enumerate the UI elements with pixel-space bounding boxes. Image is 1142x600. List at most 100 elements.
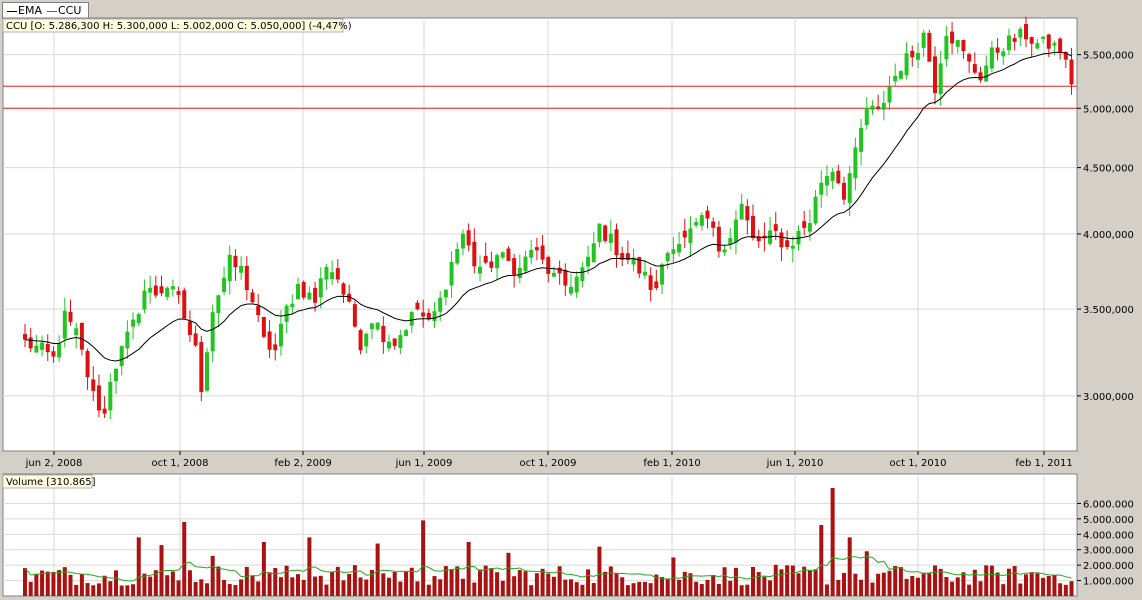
volume-bar bbox=[534, 573, 539, 596]
volume-bar bbox=[392, 571, 397, 596]
candle-body bbox=[187, 321, 192, 335]
price-tick-label: 5.000,000 bbox=[1083, 104, 1134, 115]
candle-body bbox=[580, 267, 585, 282]
candle-body bbox=[108, 381, 113, 411]
volume-bar bbox=[102, 575, 107, 596]
volume-bar bbox=[751, 566, 756, 596]
candle-body bbox=[654, 281, 659, 289]
volume-bar bbox=[660, 577, 665, 596]
candle-body bbox=[517, 267, 522, 278]
candle-body bbox=[307, 292, 312, 300]
volume-bar bbox=[688, 573, 693, 596]
volume-bar bbox=[631, 583, 636, 596]
volume-bar bbox=[256, 581, 261, 596]
candle-body bbox=[1024, 24, 1029, 40]
volume-bar bbox=[290, 577, 295, 596]
volume-bar bbox=[96, 583, 101, 596]
volume-bar bbox=[28, 581, 33, 596]
volume-bar bbox=[870, 582, 875, 596]
volume-bar bbox=[227, 584, 232, 596]
volume-bar bbox=[859, 579, 864, 596]
candle-body bbox=[893, 75, 898, 82]
candle-body bbox=[489, 261, 494, 268]
stock-chart[interactable]: 3.000,000 3.500,000 4.000,000 4.500,000 5.00… bbox=[0, 0, 1142, 600]
candle-body bbox=[688, 228, 693, 243]
candle-body bbox=[96, 385, 101, 411]
candle-body bbox=[478, 266, 483, 274]
candle-body bbox=[1052, 43, 1057, 46]
volume-bar bbox=[1012, 566, 1017, 596]
volume-bar bbox=[40, 570, 45, 596]
price-panel-background bbox=[2, 17, 1078, 452]
candle-body bbox=[648, 275, 653, 290]
volume-bar bbox=[421, 520, 426, 596]
candle-body bbox=[790, 245, 795, 249]
volume-bar bbox=[893, 566, 898, 596]
candle-body bbox=[870, 105, 875, 110]
candle-body bbox=[51, 351, 56, 357]
volume-bar bbox=[933, 565, 938, 596]
candle-body bbox=[136, 314, 141, 323]
volume-bar bbox=[961, 572, 966, 596]
volume-bar bbox=[91, 585, 96, 596]
candle-body bbox=[449, 261, 454, 286]
candle-body bbox=[597, 223, 602, 243]
volume-bar bbox=[648, 583, 653, 596]
volume-tick-label: 6.000.000 bbox=[1083, 499, 1134, 510]
candle-body bbox=[352, 304, 357, 327]
candle-body bbox=[404, 330, 409, 336]
price-tick-label: 4.000,000 bbox=[1083, 230, 1134, 241]
x-tick-label: oct 1, 2009 bbox=[520, 458, 577, 469]
candle-body bbox=[443, 289, 448, 298]
candle-body bbox=[603, 225, 608, 241]
candle-body bbox=[534, 247, 539, 251]
candle-body bbox=[842, 182, 847, 200]
volume-bar bbox=[978, 581, 983, 596]
candle-body bbox=[995, 47, 1000, 53]
volume-bar bbox=[796, 573, 801, 596]
candle-body bbox=[847, 173, 852, 203]
volume-bar bbox=[301, 579, 306, 596]
volume-bar bbox=[620, 577, 625, 596]
volume-bar bbox=[233, 585, 238, 596]
candle-body bbox=[1058, 38, 1063, 53]
volume-bar bbox=[569, 579, 574, 596]
candle-body bbox=[387, 341, 392, 349]
volume-bar bbox=[921, 572, 926, 596]
volume-bar bbox=[529, 585, 534, 596]
candle-body bbox=[125, 331, 130, 349]
candle-body bbox=[250, 292, 255, 303]
candle-body bbox=[898, 71, 903, 79]
volume-bar bbox=[608, 566, 613, 596]
volume-y-axis: 1.000.000 2.000.000 3.000.000 4.000.000 5.00… bbox=[1077, 499, 1134, 588]
volume-bar bbox=[671, 557, 676, 596]
candle-body bbox=[210, 312, 215, 352]
candle-body bbox=[915, 52, 920, 60]
candle-body bbox=[182, 290, 187, 319]
volume-bar bbox=[375, 543, 380, 596]
candle-body bbox=[28, 337, 33, 349]
volume-bar bbox=[677, 579, 682, 596]
volume-bar bbox=[904, 578, 909, 596]
volume-bar bbox=[1058, 583, 1063, 596]
candle-body bbox=[1046, 34, 1051, 49]
volume-bar bbox=[45, 571, 50, 596]
candle-body bbox=[68, 311, 73, 322]
candle-body bbox=[335, 268, 340, 280]
candle-body bbox=[45, 343, 50, 353]
x-axis: jun 2, 2008 oct 1, 2008 feb 2, 2009 jun 1, … bbox=[25, 451, 1073, 469]
candle-body bbox=[131, 319, 136, 327]
volume-bar bbox=[512, 576, 517, 596]
volume-bar bbox=[546, 573, 551, 596]
volume-bar bbox=[489, 568, 494, 596]
volume-bar bbox=[523, 571, 528, 596]
volume-bar bbox=[267, 572, 272, 596]
candle-body bbox=[256, 305, 261, 315]
candle-body bbox=[881, 102, 886, 110]
volume-bar bbox=[347, 573, 352, 596]
candle-body bbox=[586, 256, 591, 267]
volume-bar bbox=[574, 582, 579, 596]
volume-bar bbox=[694, 581, 699, 596]
volume-bar bbox=[864, 551, 869, 596]
volume-bar bbox=[506, 552, 511, 596]
